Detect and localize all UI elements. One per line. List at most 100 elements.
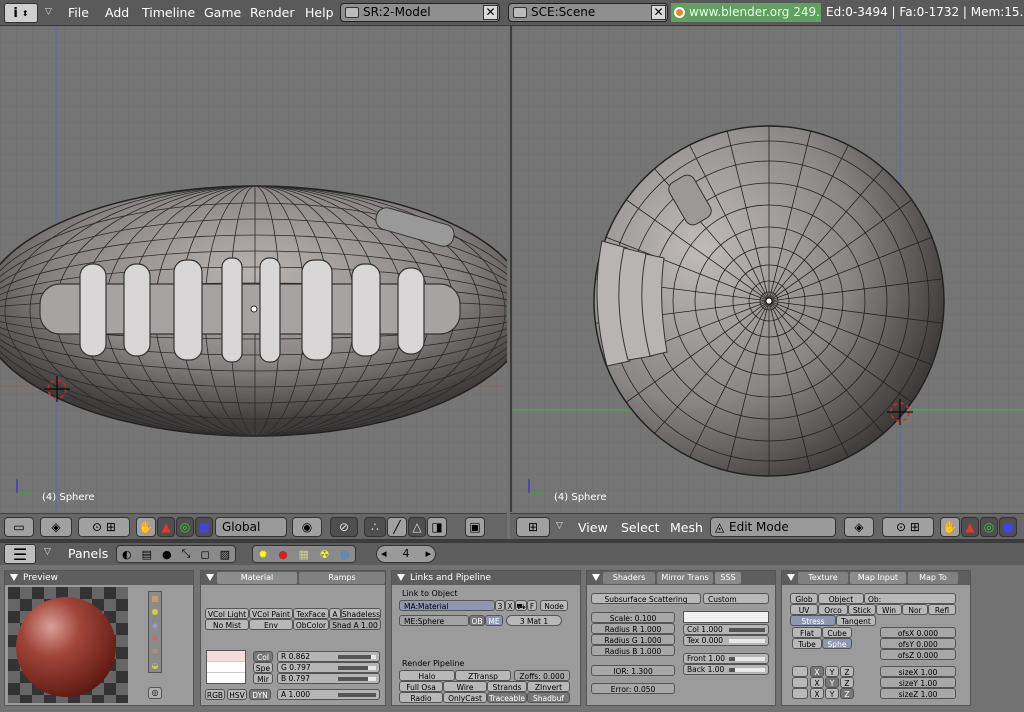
scene-selector[interactable]: SCE:Scene ✕ [508,3,668,22]
onlycast-toggle[interactable]: OnlyCast [443,692,487,703]
object-icon[interactable]: ⤡ [182,547,191,561]
rotate-button-right[interactable]: ◎ [980,517,998,537]
col-blend-slider[interactable]: Col 1.000 [683,624,769,635]
texture-icon[interactable]: ▦ [298,548,308,561]
map-z-x[interactable]: X [810,688,824,699]
orientation-dropdown[interactable]: Global [215,517,287,537]
mirror-swatch[interactable] [207,672,245,683]
tab-map-input[interactable]: Map Input [850,572,906,584]
tab-shaders[interactable]: Shaders [603,572,655,584]
editing-icon[interactable]: ◻ [200,548,209,561]
ofsy-field[interactable]: ofsY 0.000 [880,638,956,649]
collapse-triangle-icon[interactable] [10,574,18,581]
manipulator-toggle[interactable]: ✋ [136,517,156,537]
collapse-triangle-icon[interactable] [592,574,600,581]
shad-alpha-field[interactable]: Shad A 1.00 [329,619,381,630]
refl-coords[interactable]: Refl [928,604,956,615]
tab-sss[interactable]: SSS [715,572,741,584]
red-slider[interactable]: R 0.862 [277,651,380,662]
face-select-button[interactable]: △ [408,517,426,537]
vertex-select-button[interactable]: ∴ [364,517,386,537]
lamp-icon[interactable]: ✹ [258,548,267,561]
color-swatches[interactable] [206,650,246,684]
sss-preset-dropdown[interactable]: Custom [703,593,769,604]
scale-button-right[interactable]: ■ [999,517,1017,537]
manipulator-toggle-right[interactable]: ✋ [940,517,960,537]
menu-render[interactable]: Render [250,5,295,20]
pivot-button-right[interactable]: ⊙ ⊞ [882,517,934,537]
shading-ball-icon[interactable]: ● [162,548,172,561]
sss-scale-field[interactable]: Scale: 0.100 [591,612,675,623]
menu-timeline[interactable]: Timeline [142,5,195,20]
proportional-button[interactable]: ⊘ [330,517,358,537]
no-mist-toggle[interactable]: No Mist [205,619,249,630]
hsv-mode[interactable]: HSV [227,689,247,700]
obcolor-toggle[interactable]: ObColor [293,619,329,630]
vcol-paint-toggle[interactable]: VCol Paint [249,608,293,619]
radio-toggle[interactable]: Radio [399,692,443,703]
green-slider[interactable]: G 0.797 [277,662,380,673]
flat-proj[interactable]: Flat [792,627,822,638]
shading-button[interactable]: ◈ [844,517,874,537]
sizex-field[interactable]: sizeX 1.00 [880,666,956,677]
map-x-x[interactable]: X [810,666,824,677]
map-y-y[interactable]: Y [825,677,839,688]
map-z-row3-blank[interactable] [792,688,808,699]
nor-coords[interactable]: Nor [902,604,928,615]
object-coords[interactable]: Object [818,593,864,604]
world-icon[interactable]: ◍ [340,548,350,561]
logic-icon[interactable]: ◐ [122,548,132,561]
ofsx-field[interactable]: ofsX 0.000 [880,627,956,638]
links-panel-header[interactable]: Links and Pipeline [392,571,580,585]
menu-view[interactable]: View [578,520,608,535]
ztransp-toggle[interactable]: ZTransp [455,670,511,681]
frame-stepper[interactable]: ◂ 4 ▸ [376,545,436,563]
collapse-triangle-icon[interactable] [787,574,795,581]
collapse-menu-icon[interactable]: ▽ [44,547,51,557]
wire-toggle[interactable]: Wire [443,681,487,692]
specular-swatch[interactable] [207,661,245,672]
radius-g-field[interactable]: Radius G 1.000 [591,634,675,645]
map-x-y[interactable]: Y [825,666,839,677]
preview-render-button[interactable]: ◎ [148,687,162,699]
zoffs-field[interactable]: Zoffs: 0.000 [514,670,570,681]
object-mode-button[interactable]: ◈ [40,517,72,537]
render-view-button[interactable]: ▣ [465,517,485,537]
alpha-toggle[interactable]: A [329,608,341,619]
node-button[interactable]: Node [540,600,568,611]
buttons-editor-type[interactable]: ☰ [4,544,36,564]
material-index-field[interactable]: 3 Mat 1 [506,615,562,626]
edge-select-button[interactable]: ╱ [387,517,407,537]
sss-color-swatch[interactable] [683,611,769,623]
material-icon[interactable]: ● [278,548,288,561]
sphere-preview-icon[interactable]: ● [152,607,159,616]
translate-button[interactable]: ▲ [157,517,175,537]
collapse-triangle-icon[interactable] [397,574,405,581]
sky-preview-icon[interactable]: ◒ [152,661,159,670]
menu-mesh[interactable]: Mesh [670,520,703,535]
error-field[interactable]: Error: 0.050 [591,683,675,694]
tangent-coords[interactable]: Tangent [836,615,876,626]
stick-coords[interactable]: Stick [848,604,876,615]
viewport-right[interactable]: (4) Sphere [510,26,1024,512]
cube-proj[interactable]: Cube [822,627,852,638]
monkey-preview-icon[interactable]: ◈ [152,634,158,643]
hair-preview-icon[interactable]: ≋ [152,647,159,656]
radius-r-field[interactable]: Radius R 1.000 [591,623,675,634]
glob-coords[interactable]: Glob [790,593,818,604]
tex-blend-slider[interactable]: Tex 0.000 [683,635,769,646]
info-editor-button[interactable]: i ⬍ [4,3,38,23]
halo-toggle[interactable]: Halo [399,670,455,681]
editor-type-button-right[interactable]: ⊞ [516,517,550,537]
mode-dropdown[interactable]: ◬ Edit Mode [710,517,836,537]
col-tab[interactable]: Col [253,651,273,662]
stress-coords[interactable]: Stress [790,615,836,626]
map-y-z[interactable]: Z [840,677,854,688]
tab-texture[interactable]: Texture [798,572,848,584]
stepper-right-icon[interactable]: ▸ [425,546,431,562]
stepper-left-icon[interactable]: ◂ [381,546,387,562]
map-z-y[interactable]: Y [825,688,839,699]
tab-material[interactable]: Material [217,572,297,584]
ofsz-field[interactable]: ofsZ 0.000 [880,649,956,660]
me-button[interactable]: ME [485,615,503,626]
